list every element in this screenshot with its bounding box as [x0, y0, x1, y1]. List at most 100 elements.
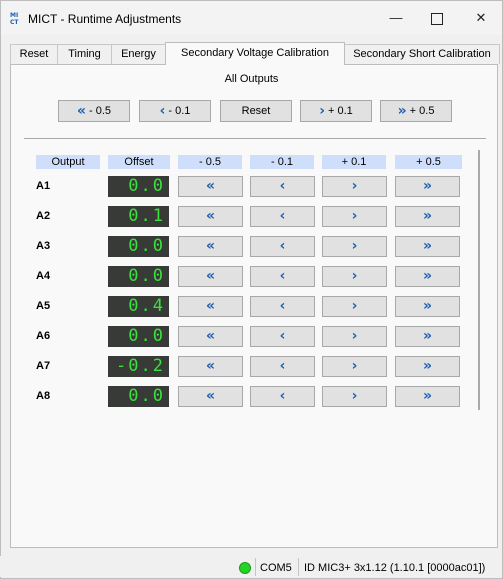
a8-plus-0.1-button[interactable]: › [322, 386, 387, 407]
a5-minus-0.5-button[interactable]: « [178, 296, 243, 317]
all-reset-button[interactable]: Reset [220, 100, 292, 122]
chevron-left-icon: ‹ [279, 358, 286, 374]
double-chevron-right-icon: » [422, 268, 433, 284]
a6-minus-0.1-button[interactable]: ‹ [250, 326, 315, 347]
double-chevron-left-icon: « [205, 358, 216, 374]
a4-minus-0.5-button[interactable]: « [178, 266, 243, 287]
status-separator [298, 558, 299, 576]
maximize-icon [431, 12, 443, 25]
tab-energy[interactable]: Energy [111, 44, 166, 64]
a6-minus-0.5-button[interactable]: « [178, 326, 243, 347]
chevron-left-icon: ‹ [279, 268, 286, 284]
maximize-button[interactable] [417, 1, 457, 35]
connection-status-led-icon [239, 562, 251, 574]
double-chevron-left-icon: « [205, 268, 216, 284]
a3-plus-0.1-button[interactable]: › [322, 236, 387, 257]
a7-plus-0.5-button[interactable]: » [395, 356, 460, 377]
a2-plus-0.5-button[interactable]: » [395, 206, 460, 227]
all-minus-0.1-button[interactable]: ‹ - 0.1 [139, 100, 211, 122]
chevron-right-icon: › [351, 388, 358, 404]
double-chevron-left-icon: « [205, 178, 216, 194]
button-label: + 0.1 [324, 105, 353, 117]
a7-minus-0.1-button[interactable]: ‹ [250, 356, 315, 377]
a5-plus-0.1-button[interactable]: › [322, 296, 387, 317]
chevron-right-icon: › [351, 298, 358, 314]
double-chevron-right-icon: » [422, 358, 433, 374]
a4-plus-0.1-button[interactable]: › [322, 266, 387, 287]
all-plus-0.5-button[interactable]: » + 0.5 [380, 100, 452, 122]
column-header-minus-0.1: - 0.1 [250, 155, 314, 169]
offset-display-a1: 0.0 [108, 176, 169, 197]
button-label: - 0.5 [85, 105, 112, 117]
chevron-right-icon: › [351, 268, 358, 284]
all-minus-0.5-button[interactable]: « - 0.5 [58, 100, 130, 122]
title-bar[interactable]: MI CT MICT - Runtime Adjustments — ✕ [1, 1, 502, 35]
a3-minus-0.1-button[interactable]: ‹ [250, 236, 315, 257]
tab-secondary-voltage-calibration[interactable]: Secondary Voltage Calibration [165, 42, 345, 65]
output-label-a5: A5 [36, 300, 51, 312]
minimize-button[interactable]: — [376, 1, 416, 35]
chevron-left-icon: ‹ [279, 328, 286, 344]
column-header-output: Output [36, 155, 100, 169]
double-chevron-right-icon: » [422, 178, 433, 194]
close-icon: ✕ [475, 10, 487, 25]
double-chevron-left-icon: « [205, 388, 216, 404]
app-logo-icon: MI CT [10, 12, 19, 25]
a1-minus-0.1-button[interactable]: ‹ [250, 176, 315, 197]
a7-plus-0.1-button[interactable]: › [322, 356, 387, 377]
close-button[interactable]: ✕ [461, 1, 501, 35]
tab-reset[interactable]: Reset [10, 44, 58, 64]
a8-plus-0.5-button[interactable]: » [395, 386, 460, 407]
a8-minus-0.5-button[interactable]: « [178, 386, 243, 407]
a1-minus-0.5-button[interactable]: « [178, 176, 243, 197]
button-label: + 0.5 [406, 105, 435, 117]
divider [24, 138, 486, 139]
offset-display-a2: 0.1 [108, 206, 169, 227]
output-label-a6: A6 [36, 330, 51, 342]
column-header-plus-0.5: + 0.5 [395, 155, 462, 169]
a4-plus-0.5-button[interactable]: » [395, 266, 460, 287]
tab-secondary-short-calibration[interactable]: Secondary Short Calibration [344, 44, 500, 64]
offset-display-a3: 0.0 [108, 236, 169, 257]
chevron-left-icon: ‹ [279, 208, 286, 224]
offset-display-a5: 0.4 [108, 296, 169, 317]
column-header-offset: Offset [108, 155, 170, 169]
chevron-left-icon: ‹ [279, 388, 286, 404]
double-chevron-right-icon: » [422, 388, 433, 404]
chevron-right-icon: › [351, 208, 358, 224]
double-chevron-right-icon: » [422, 328, 433, 344]
all-plus-0.1-button[interactable]: › + 0.1 [300, 100, 372, 122]
output-label-a8: A8 [36, 390, 51, 402]
output-label-a2: A2 [36, 210, 51, 222]
offset-display-a6: 0.0 [108, 326, 169, 347]
chevron-right-icon: › [351, 238, 358, 254]
a7-minus-0.5-button[interactable]: « [178, 356, 243, 377]
status-device-id: ID MIC3+ 3x1.12 (1.10.1 [0000ac01]) [304, 562, 486, 574]
a6-plus-0.1-button[interactable]: › [322, 326, 387, 347]
a8-minus-0.1-button[interactable]: ‹ [250, 386, 315, 407]
a3-minus-0.5-button[interactable]: « [178, 236, 243, 257]
a6-plus-0.5-button[interactable]: » [395, 326, 460, 347]
output-label-a7: A7 [36, 360, 51, 372]
offset-display-a7: -0.2 [108, 356, 169, 377]
tab-timing[interactable]: Timing [57, 44, 112, 64]
a3-plus-0.5-button[interactable]: » [395, 236, 460, 257]
all-outputs-label: All Outputs [224, 73, 279, 85]
a5-plus-0.5-button[interactable]: » [395, 296, 460, 317]
a2-minus-0.5-button[interactable]: « [178, 206, 243, 227]
svg-text:MI: MI [10, 12, 18, 19]
a5-minus-0.1-button[interactable]: ‹ [250, 296, 315, 317]
a2-minus-0.1-button[interactable]: ‹ [250, 206, 315, 227]
scrollbar[interactable] [478, 150, 480, 410]
status-separator [255, 558, 256, 576]
column-header-minus-0.5: - 0.5 [178, 155, 242, 169]
a4-minus-0.1-button[interactable]: ‹ [250, 266, 315, 287]
chevron-right-icon: › [351, 178, 358, 194]
a1-plus-0.5-button[interactable]: » [395, 176, 460, 197]
output-label-a1: A1 [36, 180, 51, 192]
double-chevron-left-icon: « [205, 328, 216, 344]
status-port: COM5 [260, 562, 292, 574]
a1-plus-0.1-button[interactable]: › [322, 176, 387, 197]
a2-plus-0.1-button[interactable]: › [322, 206, 387, 227]
minimize-icon: — [389, 10, 403, 25]
